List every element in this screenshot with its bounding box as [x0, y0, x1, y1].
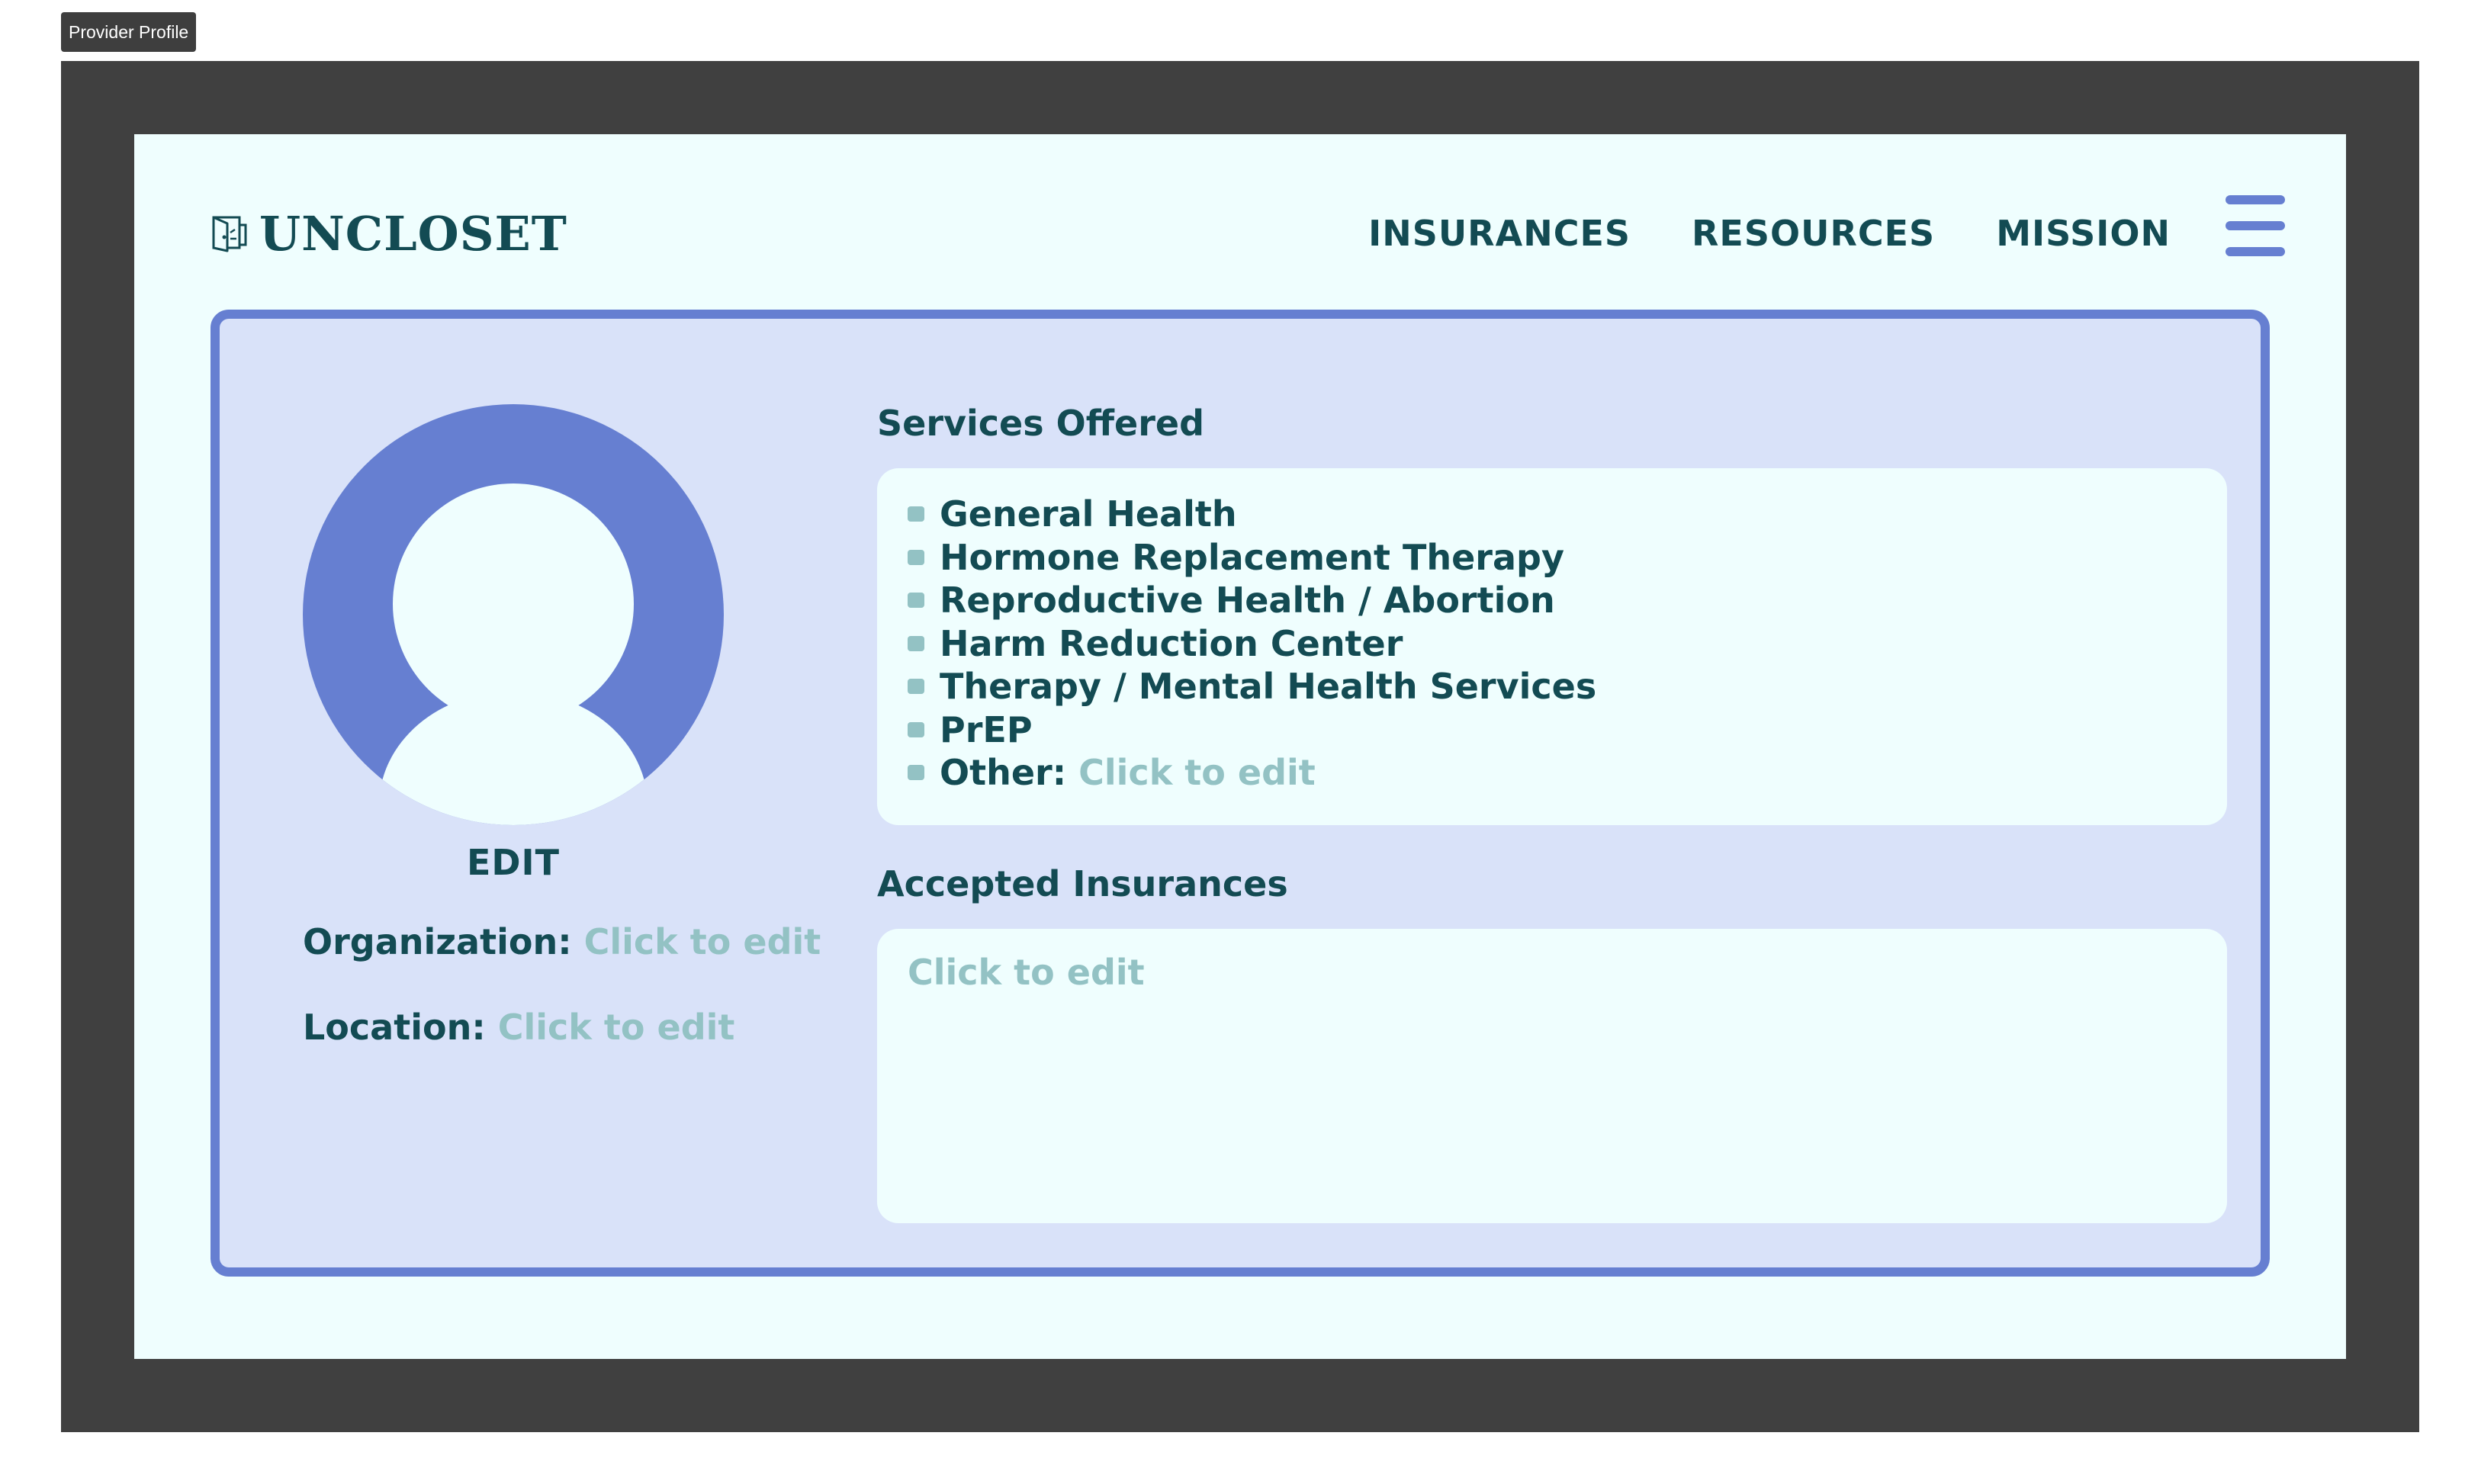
brand-logo[interactable]: UNCLOSET: [211, 203, 567, 264]
services-box: General Health Hormone Replacement Thera…: [877, 468, 2227, 825]
profile-card: EDIT Organization: Click to edit Locatio…: [211, 310, 2270, 1277]
service-label: Hormone Replacement Therapy: [940, 536, 1564, 578]
location-value[interactable]: Click to edit: [498, 1007, 735, 1048]
nav-link-insurances[interactable]: INSURANCES: [1368, 213, 1631, 254]
menu-bar: [2226, 247, 2285, 256]
avatar-head-shape: [393, 483, 634, 724]
service-item: Harm Reduction Center: [908, 622, 2197, 666]
page: UNCLOSET INSURANCES RESOURCES MISSION ED…: [134, 134, 2346, 1359]
service-label: Harm Reduction Center: [940, 622, 1403, 664]
service-label: Reproductive Health / Abortion: [940, 580, 1555, 622]
nav-link-mission[interactable]: MISSION: [1996, 213, 2171, 254]
closet-door-icon: [212, 216, 247, 252]
service-label: Therapy / Mental Health Services: [940, 666, 1597, 708]
bullet-icon: [908, 635, 924, 651]
bullet-icon: [908, 765, 924, 781]
bullet-icon: [908, 549, 924, 565]
other-label: Other:: [940, 752, 1067, 794]
menu-bar: [2226, 195, 2285, 204]
user-avatar-icon[interactable]: [303, 404, 724, 825]
service-item-other: Other: Click to edit: [908, 751, 2197, 795]
insurances-input[interactable]: Click to edit: [877, 929, 2227, 1223]
location-label: Location:: [303, 1007, 486, 1048]
other-value[interactable]: Click to edit: [1078, 752, 1316, 793]
hamburger-menu-icon[interactable]: [2226, 195, 2285, 256]
organization-value[interactable]: Click to edit: [584, 921, 821, 962]
insurances-placeholder: Click to edit: [908, 952, 1145, 993]
insurances-title: Accepted Insurances: [877, 863, 1288, 904]
window-title-tag: Provider Profile: [61, 12, 197, 52]
service-item: Hormone Replacement Therapy: [908, 536, 2197, 580]
service-item: PrEP: [908, 708, 2197, 752]
avatar-body-shape: [379, 691, 648, 825]
service-item: General Health: [908, 493, 2197, 536]
bullet-icon: [908, 506, 924, 522]
service-item: Therapy / Mental Health Services: [908, 665, 2197, 708]
service-label: PrEP: [940, 708, 1033, 750]
browser-frame: UNCLOSET INSURANCES RESOURCES MISSION ED…: [61, 61, 2419, 1432]
location-field: Location: Click to edit: [303, 1007, 734, 1048]
service-label: General Health: [940, 493, 1237, 535]
edit-avatar-button[interactable]: EDIT: [303, 842, 724, 883]
service-item: Reproductive Health / Abortion: [908, 579, 2197, 622]
bullet-icon: [908, 679, 924, 695]
organization-field: Organization: Click to edit: [303, 921, 821, 962]
services-title: Services Offered: [877, 403, 1205, 444]
nav-link-resources[interactable]: RESOURCES: [1692, 213, 1935, 254]
brand-name: UNCLOSET: [259, 205, 567, 262]
menu-bar: [2226, 221, 2285, 230]
organization-label: Organization:: [303, 921, 572, 962]
main-nav: INSURANCES RESOURCES MISSION: [1368, 203, 2171, 264]
bullet-icon: [908, 721, 924, 737]
bullet-icon: [908, 593, 924, 609]
services-list: General Health Hormone Replacement Thera…: [908, 493, 2197, 795]
